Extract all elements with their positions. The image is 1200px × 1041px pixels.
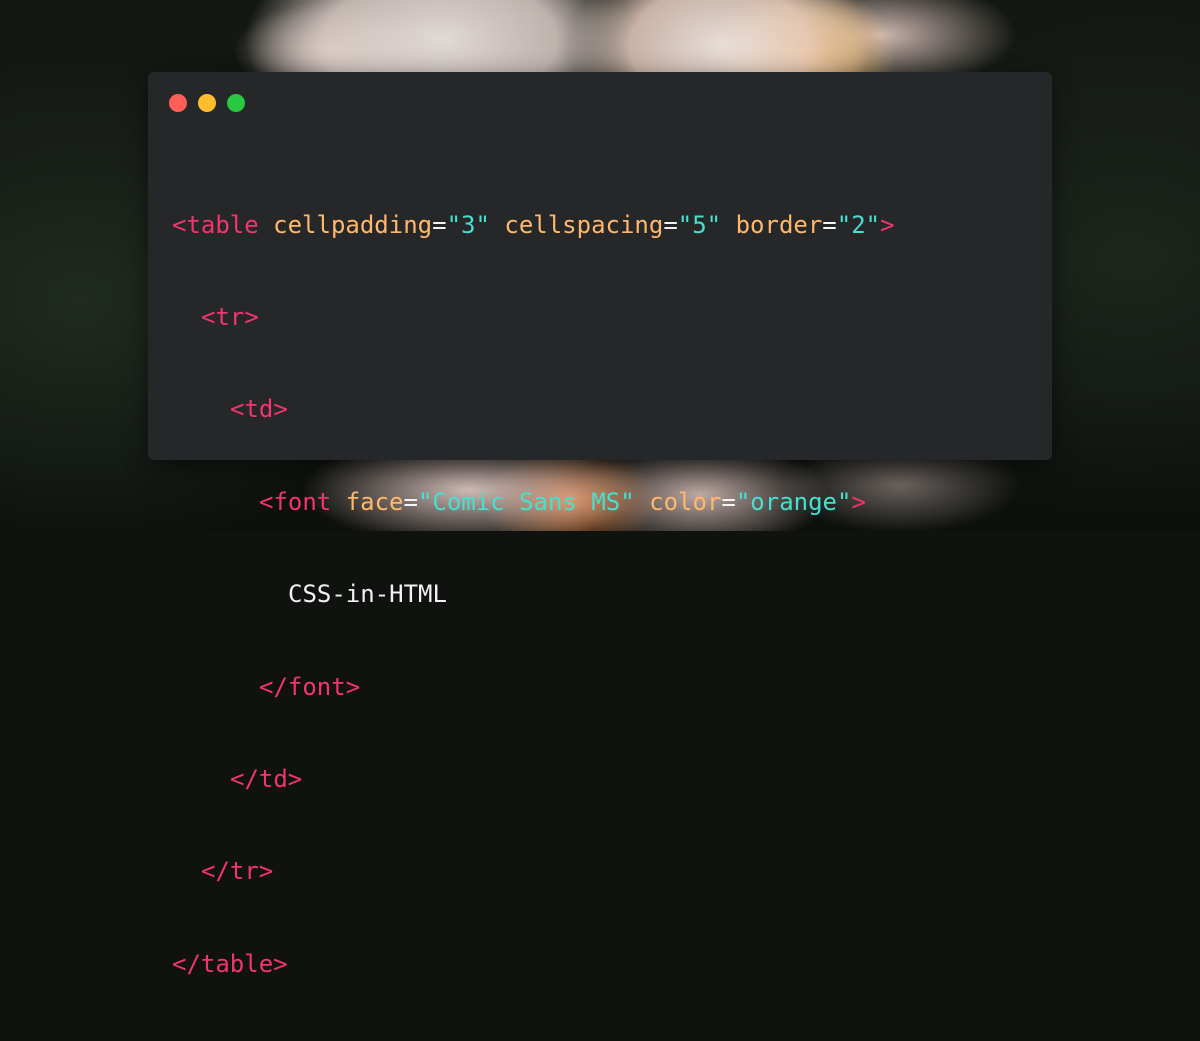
attribute-value: "2"	[836, 210, 881, 239]
code-line: CSS-in-HTML	[172, 579, 895, 610]
tag: </tr>	[201, 857, 274, 886]
text-content: CSS-in-HTML	[288, 580, 447, 609]
tag-close: >	[880, 210, 895, 239]
code-window: <table cellpadding="3" cellspacing="5" b…	[148, 72, 1052, 978]
maximize-button[interactable]	[227, 94, 245, 112]
tag: </table>	[172, 949, 288, 978]
equals-sign: =	[663, 210, 678, 239]
attribute-value: "5"	[677, 210, 722, 239]
minimize-button[interactable]	[198, 94, 216, 112]
tag: </td>	[230, 764, 303, 793]
code-line: </table>	[172, 949, 895, 980]
code-line: </font>	[172, 672, 895, 703]
window-controls	[169, 94, 245, 112]
equals-sign: =	[403, 487, 418, 516]
tag-close: >	[851, 487, 866, 516]
code-line: <table cellpadding="3" cellspacing="5" b…	[172, 210, 895, 241]
attribute-name: face	[345, 487, 404, 516]
code-line: </td>	[172, 764, 895, 795]
attribute-name: color	[649, 487, 722, 516]
attribute-name: cellpadding	[273, 210, 433, 239]
equals-sign: =	[432, 210, 447, 239]
equals-sign: =	[721, 487, 736, 516]
attribute-value: "Comic Sans MS"	[417, 487, 635, 516]
close-button[interactable]	[169, 94, 187, 112]
tag-open: <font	[259, 487, 332, 516]
tag: <tr>	[201, 302, 259, 331]
code-block: <table cellpadding="3" cellspacing="5" b…	[172, 148, 895, 1041]
tag-open: <table	[172, 210, 259, 239]
code-line: <tr>	[172, 302, 895, 333]
attribute-value: "orange"	[735, 487, 852, 516]
attribute-value: "3"	[446, 210, 490, 239]
code-line: <font face="Comic Sans MS" color="orange…	[172, 487, 895, 518]
code-line: </tr>	[172, 856, 895, 887]
code-line: <td>	[172, 394, 895, 425]
attribute-name: border	[735, 210, 823, 239]
tag: <td>	[230, 395, 288, 424]
attribute-name: cellspacing	[504, 210, 664, 239]
tag: </font>	[259, 672, 361, 701]
equals-sign: =	[822, 210, 837, 239]
